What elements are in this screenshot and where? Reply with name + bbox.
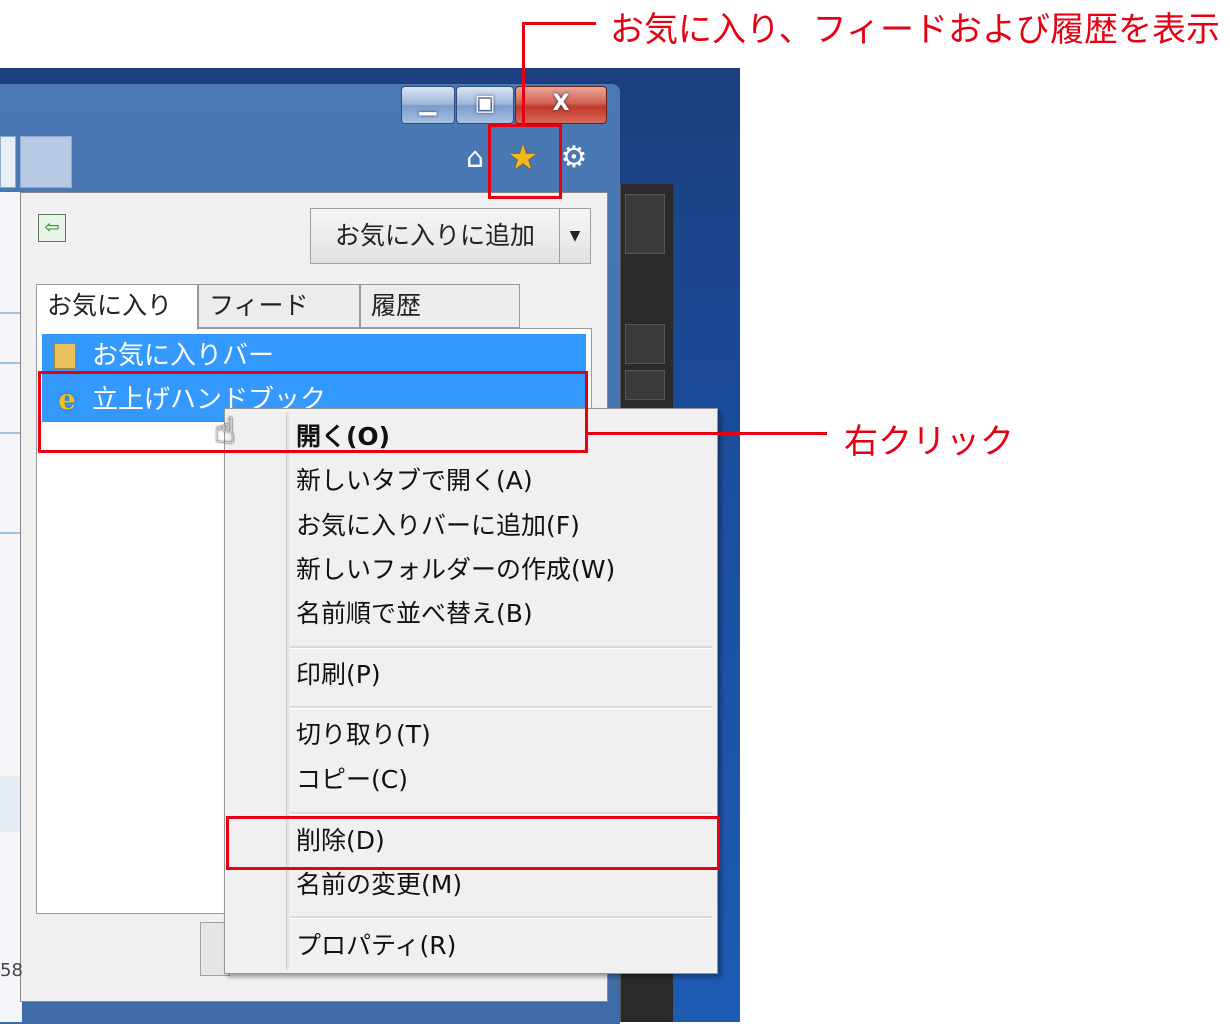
menu-item-add-to-favorites-bar[interactable]: お気に入りバーに追加(F) [296,504,716,548]
pin-favorites-center-icon[interactable]: ⇦ [38,214,66,242]
delete-item-highlight [226,816,720,870]
page-divider [0,432,22,434]
callout-connector [522,22,525,126]
page-block [0,776,22,832]
background-panel-block [625,324,665,364]
favorites-callout-text: お気に入り、フィードおよび履歴を表示 [610,10,1220,50]
status-number: 58 [0,960,23,981]
background-panel-block [625,194,665,254]
background-panel-block [625,370,665,400]
right-click-callout-text: 右クリック [844,422,1014,462]
menu-item-sort-by-name[interactable]: 名前順で並べ替え(B) [296,592,716,636]
menu-item-copy[interactable]: コピー(C) [296,758,716,802]
menu-separator [290,916,712,919]
menu-item-cut[interactable]: 切り取り(T) [296,713,716,757]
page-divider [0,362,22,364]
menu-separator [290,646,712,649]
callout-connector [522,22,596,25]
menu-icon-gutter [286,412,289,970]
menu-separator [290,706,712,709]
tab-history[interactable]: 履歴 [360,284,520,328]
home-icon[interactable]: ⌂ [460,140,490,176]
tab-favorites[interactable]: お気に入り [36,284,198,330]
gear-icon[interactable]: ⚙ [557,140,591,176]
menu-item-open-new-tab[interactable]: 新しいタブで開く(A) [296,459,716,503]
maximize-button[interactable]: ▣ [456,86,514,124]
add-to-favorites-dropdown[interactable]: ▼ [559,208,591,264]
menu-item-new-folder[interactable]: 新しいフォルダーの作成(W) [296,548,716,592]
browser-tab[interactable] [0,136,16,188]
item-highlight [38,371,588,453]
web-page-background [0,192,22,1022]
callout-connector [587,432,827,435]
folder-icon [54,343,76,369]
close-button[interactable]: X [515,86,607,124]
tab-feeds[interactable]: フィード [198,284,360,328]
menu-separator [290,812,712,815]
new-tab-button[interactable] [20,136,72,188]
favorites-button-highlight [488,124,562,199]
page-divider [0,532,22,534]
add-to-favorites-button[interactable]: お気に入りに追加 [310,208,560,264]
menu-item-print[interactable]: 印刷(P) [296,653,716,697]
minimize-button[interactable]: ▁ [401,86,455,124]
menu-item-properties[interactable]: プロパティ(R) [296,924,716,968]
browser-tabstrip [0,136,72,188]
page-divider [0,312,22,314]
